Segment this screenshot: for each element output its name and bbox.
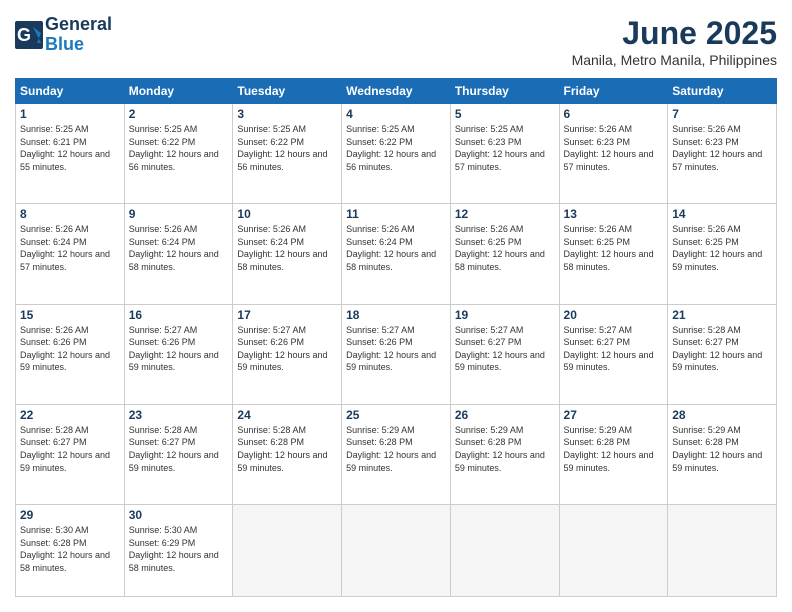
table-row: 13Sunrise: 5:26 AMSunset: 6:25 PMDayligh… [559,204,668,304]
table-row: 17Sunrise: 5:27 AMSunset: 6:26 PMDayligh… [233,304,342,404]
table-row: 18Sunrise: 5:27 AMSunset: 6:26 PMDayligh… [342,304,451,404]
header-saturday: Saturday [668,79,777,104]
table-row: 12Sunrise: 5:26 AMSunset: 6:25 PMDayligh… [450,204,559,304]
logo-line2: Blue [45,35,112,55]
table-row: 26Sunrise: 5:29 AMSunset: 6:28 PMDayligh… [450,404,559,504]
calendar-table: Sunday Monday Tuesday Wednesday Thursday… [15,78,777,597]
month-title: June 2025 [572,15,777,52]
logo: G General Blue [15,15,112,55]
logo-icon: G [15,21,43,49]
table-row: 30Sunrise: 5:30 AMSunset: 6:29 PMDayligh… [124,505,233,597]
header: G General Blue June 2025 Manila, Metro M… [15,15,777,68]
table-row: 24Sunrise: 5:28 AMSunset: 6:28 PMDayligh… [233,404,342,504]
table-row [342,505,451,597]
table-row: 19Sunrise: 5:27 AMSunset: 6:27 PMDayligh… [450,304,559,404]
header-friday: Friday [559,79,668,104]
table-row: 7Sunrise: 5:26 AMSunset: 6:23 PMDaylight… [668,104,777,204]
table-row [559,505,668,597]
table-row: 20Sunrise: 5:27 AMSunset: 6:27 PMDayligh… [559,304,668,404]
table-row: 23Sunrise: 5:28 AMSunset: 6:27 PMDayligh… [124,404,233,504]
header-monday: Monday [124,79,233,104]
table-row: 27Sunrise: 5:29 AMSunset: 6:28 PMDayligh… [559,404,668,504]
title-block: June 2025 Manila, Metro Manila, Philippi… [572,15,777,68]
table-row: 1Sunrise: 5:25 AMSunset: 6:21 PMDaylight… [16,104,125,204]
location-title: Manila, Metro Manila, Philippines [572,52,777,68]
header-tuesday: Tuesday [233,79,342,104]
table-row [233,505,342,597]
table-row: 11Sunrise: 5:26 AMSunset: 6:24 PMDayligh… [342,204,451,304]
weekday-header-row: Sunday Monday Tuesday Wednesday Thursday… [16,79,777,104]
table-row: 5Sunrise: 5:25 AMSunset: 6:23 PMDaylight… [450,104,559,204]
table-row [668,505,777,597]
table-row [450,505,559,597]
table-row: 29Sunrise: 5:30 AMSunset: 6:28 PMDayligh… [16,505,125,597]
table-row: 14Sunrise: 5:26 AMSunset: 6:25 PMDayligh… [668,204,777,304]
table-row: 21Sunrise: 5:28 AMSunset: 6:27 PMDayligh… [668,304,777,404]
header-sunday: Sunday [16,79,125,104]
svg-text:G: G [17,25,31,45]
logo-line1: General [45,15,112,35]
table-row: 6Sunrise: 5:26 AMSunset: 6:23 PMDaylight… [559,104,668,204]
header-thursday: Thursday [450,79,559,104]
table-row: 22Sunrise: 5:28 AMSunset: 6:27 PMDayligh… [16,404,125,504]
table-row: 2Sunrise: 5:25 AMSunset: 6:22 PMDaylight… [124,104,233,204]
table-row: 8Sunrise: 5:26 AMSunset: 6:24 PMDaylight… [16,204,125,304]
table-row: 28Sunrise: 5:29 AMSunset: 6:28 PMDayligh… [668,404,777,504]
header-wednesday: Wednesday [342,79,451,104]
table-row: 15Sunrise: 5:26 AMSunset: 6:26 PMDayligh… [16,304,125,404]
page: G General Blue June 2025 Manila, Metro M… [0,0,792,612]
table-row: 3Sunrise: 5:25 AMSunset: 6:22 PMDaylight… [233,104,342,204]
table-row: 4Sunrise: 5:25 AMSunset: 6:22 PMDaylight… [342,104,451,204]
table-row: 25Sunrise: 5:29 AMSunset: 6:28 PMDayligh… [342,404,451,504]
table-row: 10Sunrise: 5:26 AMSunset: 6:24 PMDayligh… [233,204,342,304]
table-row: 9Sunrise: 5:26 AMSunset: 6:24 PMDaylight… [124,204,233,304]
table-row: 16Sunrise: 5:27 AMSunset: 6:26 PMDayligh… [124,304,233,404]
